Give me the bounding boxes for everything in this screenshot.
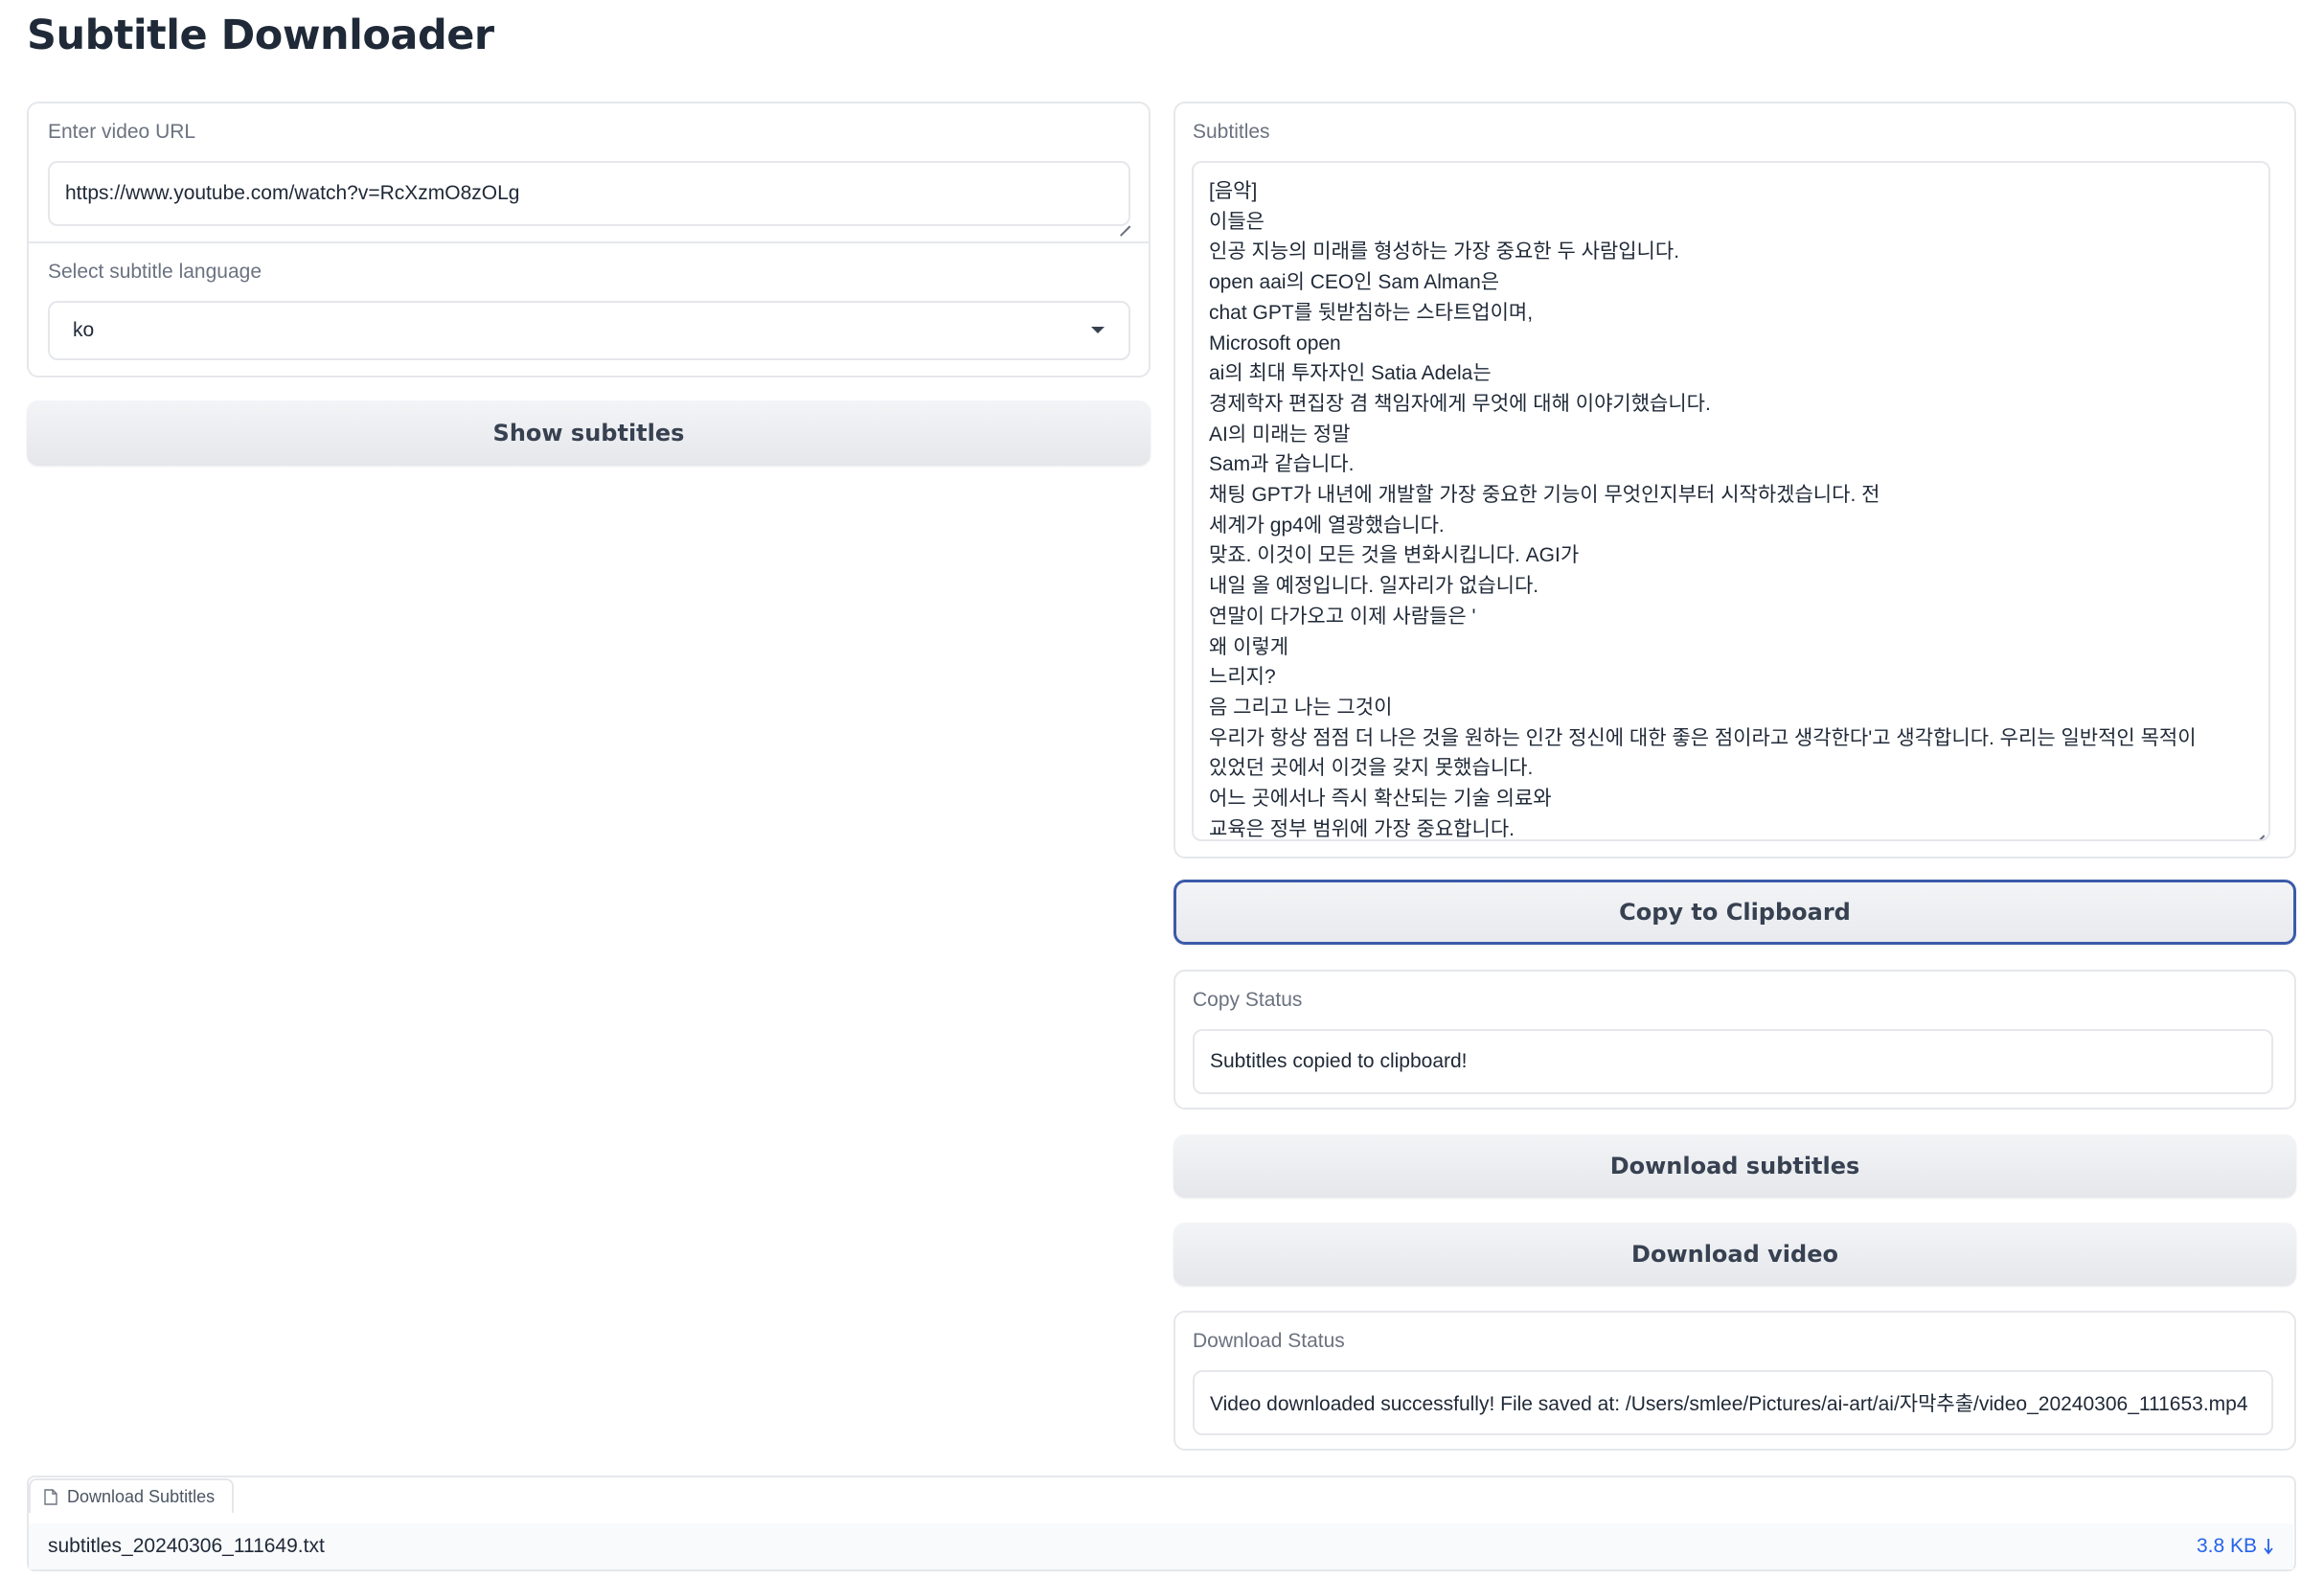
url-label: Enter video URL xyxy=(48,121,196,143)
copy-status-label: Copy Status xyxy=(1193,989,1303,1011)
language-label: Select subtitle language xyxy=(48,261,262,283)
subtitle-line: 우리가 항상 점점 더 나은 것을 원하는 인간 정신에 대한 좋은 점이라고 … xyxy=(1209,726,2197,749)
file-download-link[interactable]: 3.8 KB xyxy=(2197,1535,2274,1558)
download-status-field[interactable]: Video downloaded successfully! File save… xyxy=(1193,1370,2273,1435)
subtitle-line: 경제학자 편집장 겸 책임자에게 무엇에 대해 이야기했습니다. xyxy=(1209,392,1711,415)
subtitle-line: 이들은 xyxy=(1209,210,1265,233)
language-select-value: ko xyxy=(73,319,95,341)
subtitles-label: Subtitles xyxy=(1193,121,1270,143)
file-row[interactable]: subtitles_20240306_111649.txt 3.8 KB xyxy=(29,1523,2293,1569)
copy-to-clipboard-button[interactable]: Copy to Clipboard xyxy=(1173,880,2296,945)
subtitle-line: Microsoft open xyxy=(1209,332,1341,355)
file-name: subtitles_20240306_111649.txt xyxy=(48,1535,325,1557)
subtitle-line: 음 그리고 나는 그것이 xyxy=(1209,696,1393,719)
download-status-panel: Download Status Video downloaded success… xyxy=(1173,1311,2296,1451)
subtitle-line: 교육은 정부 범위에 가장 중요합니다. xyxy=(1209,817,1515,840)
subtitle-line: ai의 최대 투자자인 Satia Adela는 xyxy=(1209,362,1492,385)
subtitle-line: 느리지? xyxy=(1209,666,1276,689)
subtitle-line: 어느 곳에서나 즉시 확산되는 기술 의료와 xyxy=(1209,788,1552,811)
subtitle-line: 맞죠. 이것이 모든 것을 변화시킵니다. AGI가 xyxy=(1209,544,1580,567)
subtitle-line: [음악] xyxy=(1209,180,1258,202)
download-subtitles-button[interactable]: Download subtitles xyxy=(1173,1134,2296,1198)
file-size: 3.8 KB xyxy=(2196,1535,2257,1557)
subtitle-line: chat GPT를 뒷받침하는 스타트업이며, xyxy=(1209,301,1534,324)
subtitle-line: 세계가 gp4에 열광했습니다. xyxy=(1209,514,1445,537)
show-subtitles-button[interactable]: Show subtitles xyxy=(27,400,1151,466)
subtitle-line: 왜 이렇게 xyxy=(1209,635,1289,658)
language-select[interactable]: ko xyxy=(48,301,1130,360)
subtitles-textarea[interactable]: [음악] 이들은인공 지능의 미래를 형성하는 가장 중요한 두 사람입니다. op… xyxy=(1192,161,2270,841)
copy-status-field[interactable]: Subtitles copied to clipboard! xyxy=(1193,1029,2273,1094)
chevron-down-icon xyxy=(1091,327,1105,333)
subtitle-line: 있었던 곳에서 이것을 갖지 못했습니다. xyxy=(1209,757,1534,780)
file-output-tab-label: Download Subtitles xyxy=(67,1486,216,1506)
panel-divider xyxy=(29,241,1149,243)
subtitle-line: open aai의 CEO인 Sam Alman은 xyxy=(1209,271,1500,294)
page-title: Subtitle Downloader xyxy=(27,11,494,59)
url-input[interactable]: https://www.youtube.com/watch?v=RcXzmO8z… xyxy=(48,161,1130,226)
subtitle-line: AI의 미래는 정말 xyxy=(1209,423,1351,446)
subtitle-line: 채팅 GPT가 내년에 개발할 가장 중요한 기능이 무엇인지부터 시작하겠습니… xyxy=(1209,484,1880,507)
subtitles-lines: [음악] 이들은인공 지능의 미래를 형성하는 가장 중요한 두 사람입니다. op… xyxy=(1194,163,2268,840)
input-panel: Enter video URL https://www.youtube.com/… xyxy=(27,102,1151,378)
resize-handle-icon[interactable] xyxy=(2253,824,2265,835)
subtitle-line: 내일 올 예정입니다. 일자리가 없습니다. xyxy=(1209,575,1539,598)
file-output-tab: Download Subtitles xyxy=(29,1478,234,1513)
download-status-label: Download Status xyxy=(1193,1330,1345,1352)
subtitle-line: Sam과 같습니다. xyxy=(1209,453,1355,476)
copy-status-panel: Copy Status Subtitles copied to clipboar… xyxy=(1173,970,2296,1110)
download-arrow-icon xyxy=(2264,1539,2273,1555)
resize-handle-icon[interactable] xyxy=(1119,215,1130,226)
subtitle-line: 연말이 다가오고 이제 사람들은 ' xyxy=(1209,605,1476,628)
file-icon xyxy=(44,1488,57,1505)
subtitle-line: 인공 지능의 미래를 형성하는 가장 중요한 두 사람입니다. xyxy=(1209,240,1680,263)
download-video-button[interactable]: Download video xyxy=(1173,1223,2296,1286)
